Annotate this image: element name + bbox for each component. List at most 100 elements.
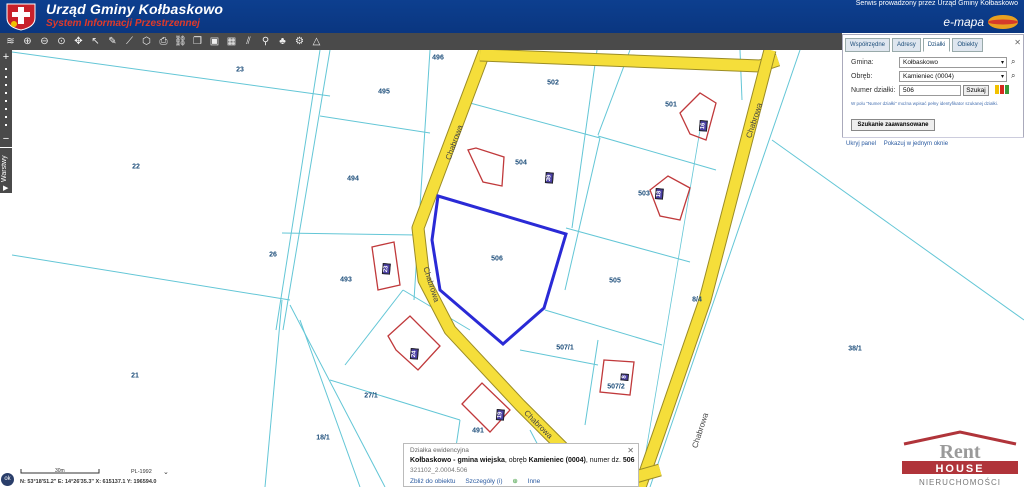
parcel-label[interactable]: 495	[378, 89, 390, 96]
parcel-number-input[interactable]: 506	[899, 85, 961, 96]
pointer-icon[interactable]: ↖	[87, 34, 104, 49]
map-toolbar: ≋ ⊕ ⊖ ⊙ ✥ ↖ ✎ ⟋ ⬡ ⎙ ⛓ ❐ ▣ ▦ ⫽ ⚲ ♣ ⚙ △	[0, 33, 842, 50]
zoom-minus-button[interactable]: −	[0, 134, 12, 145]
parcel-line	[12, 254, 291, 301]
parcel-line	[565, 227, 691, 263]
parcel-label[interactable]: 27/1	[364, 393, 378, 400]
tree-icon[interactable]: ♣	[274, 34, 291, 49]
popup-obreb: Kamieniec (0004)	[528, 457, 586, 464]
parcel-label[interactable]: 22	[132, 164, 140, 171]
single-window-link[interactable]: Pokazuj w jednym oknie	[884, 141, 948, 147]
parcel-line	[571, 50, 598, 229]
pencil-icon[interactable]: ✎	[104, 34, 121, 49]
plus-circle-icon[interactable]: ⊕	[512, 478, 517, 485]
parcel-label[interactable]: 502	[547, 80, 559, 87]
bus-icon[interactable]: ▣	[206, 34, 223, 49]
crs-select[interactable]: PL-1992	[131, 469, 152, 475]
app-title: Urząd Gminy Kołbaskowo	[46, 1, 224, 17]
zoom-level-tick[interactable]	[5, 76, 7, 78]
color-swatch-green[interactable]	[1005, 85, 1009, 94]
zoom-level-tick[interactable]	[5, 92, 7, 94]
table-icon[interactable]: ▦	[223, 34, 240, 49]
parcel-line	[544, 309, 663, 346]
parcel-line	[282, 50, 331, 331]
chevron-down-icon: ▾	[1000, 74, 1004, 80]
cursor-coordinates: N: 53°18'51.2" E: 14°26'35.3" X: 615137.…	[20, 479, 157, 485]
copy-icon[interactable]: ❐	[189, 34, 206, 49]
search-icon[interactable]: ⌕	[1011, 57, 1015, 67]
print-icon[interactable]: ⎙	[155, 34, 172, 49]
ok-button[interactable]: ok	[1, 473, 14, 486]
parcel-label[interactable]: 26	[269, 252, 277, 259]
popup-parcel-line: Kołbaskowo - gmina wiejska, obręb Kamien…	[410, 457, 635, 464]
zoom-out-icon[interactable]: ⊖	[36, 34, 53, 49]
parcel-label[interactable]: 496	[432, 55, 444, 62]
hatch-icon[interactable]: ⫽	[240, 34, 257, 49]
streetview-icon[interactable]: ⚲	[257, 34, 274, 49]
hide-panel-link[interactable]: Ukryj panel	[846, 141, 876, 147]
gmina-select[interactable]: Kołbaskowo ▾	[899, 57, 1007, 68]
close-panel-icon[interactable]: ✕	[1014, 38, 1021, 47]
parcel-label[interactable]: 8/4	[692, 297, 702, 304]
parcel-label[interactable]: 491	[472, 428, 484, 435]
rent-house-logo: Rent HOUSE NIERUCHOMOŚCI	[896, 430, 1024, 487]
link-icon[interactable]: ⛓	[172, 34, 189, 49]
parcel-label[interactable]: 503	[638, 191, 650, 198]
parcel-label[interactable]: 507/1	[556, 345, 574, 352]
zoom-level-tick[interactable]	[5, 68, 7, 70]
zoom-level-tick[interactable]	[5, 84, 7, 86]
parcel-line	[281, 232, 419, 236]
road-chabrowa-edge	[411, 50, 610, 487]
advanced-search-button[interactable]: Szukanie zaawansowane	[851, 119, 935, 131]
color-swatch-red[interactable]	[1000, 85, 1004, 94]
parcel-label[interactable]: 23	[236, 67, 244, 74]
parcel-label[interactable]: 493	[340, 277, 352, 284]
pan-icon[interactable]: ✥	[70, 34, 87, 49]
search-panel: Współrzędne Adresy Działki Obiekty ✕ Gmina:…	[842, 34, 1024, 148]
parcel-label[interactable]: 506	[491, 256, 503, 263]
building	[387, 315, 441, 371]
zoom-level-tick[interactable]	[5, 108, 7, 110]
parcel-label[interactable]: 504	[515, 160, 527, 167]
zoom-to-object-link[interactable]: Zbliż do obiektu	[410, 478, 456, 485]
measure-area-icon[interactable]: ⬡	[138, 34, 155, 49]
zoom-extent-icon[interactable]: ⊙	[53, 34, 70, 49]
tab-3[interactable]: Obiekty	[952, 38, 983, 52]
search-icon[interactable]: ⌕	[1011, 71, 1015, 81]
parcel-label[interactable]: 18/1	[316, 435, 330, 442]
zoom-level-tick[interactable]	[5, 124, 7, 126]
layers-panel-toggle[interactable]: Warstwy ▶	[0, 148, 12, 193]
parcel-label[interactable]: 494	[347, 176, 359, 183]
parcel-line	[299, 319, 361, 487]
color-swatch-yellow[interactable]	[995, 85, 999, 94]
search-button[interactable]: Szukaj	[963, 85, 989, 96]
chevron-down-icon[interactable]: ⌄	[163, 468, 169, 476]
measure-line-icon[interactable]: ⟋	[121, 34, 138, 49]
triangle-icon[interactable]: △	[308, 34, 325, 49]
parcel-label[interactable]: 507/2	[607, 384, 625, 391]
parcel-label[interactable]: 21	[131, 373, 139, 380]
gmina-label: Gmina:	[851, 59, 874, 66]
parcel-line	[739, 50, 743, 101]
popup-sep: , obręb	[504, 457, 529, 464]
obreb-select[interactable]: Kamieniec (0004) ▾	[899, 71, 1007, 82]
tab-2[interactable]: Działki	[922, 38, 951, 52]
zoom-level-tick[interactable]	[5, 116, 7, 118]
other-link[interactable]: Inne	[528, 478, 541, 485]
close-popup-icon[interactable]: ✕	[627, 446, 634, 455]
zoom-plus-button[interactable]: +	[0, 52, 12, 63]
logo-line3: NIERUCHOMOŚCI	[919, 478, 1001, 487]
details-link[interactable]: Szczegóły (i)	[465, 478, 502, 485]
tab-0[interactable]: Współrzędne	[845, 38, 891, 52]
parcel-label[interactable]: 505	[609, 278, 621, 285]
tab-1[interactable]: Adresy	[892, 38, 921, 52]
building	[679, 92, 717, 141]
panel-tabs: Współrzędne Adresy Działki Obiekty	[845, 38, 983, 52]
parcel-label[interactable]: 501	[665, 102, 677, 109]
zoom-in-icon[interactable]: ⊕	[19, 34, 36, 49]
logo-line2: HOUSE	[935, 463, 984, 475]
layers-icon[interactable]: ≋	[2, 34, 19, 49]
zoom-level-tick[interactable]	[5, 100, 7, 102]
settings-icon[interactable]: ⚙	[291, 34, 308, 49]
parcel-label[interactable]: 38/1	[848, 346, 862, 353]
